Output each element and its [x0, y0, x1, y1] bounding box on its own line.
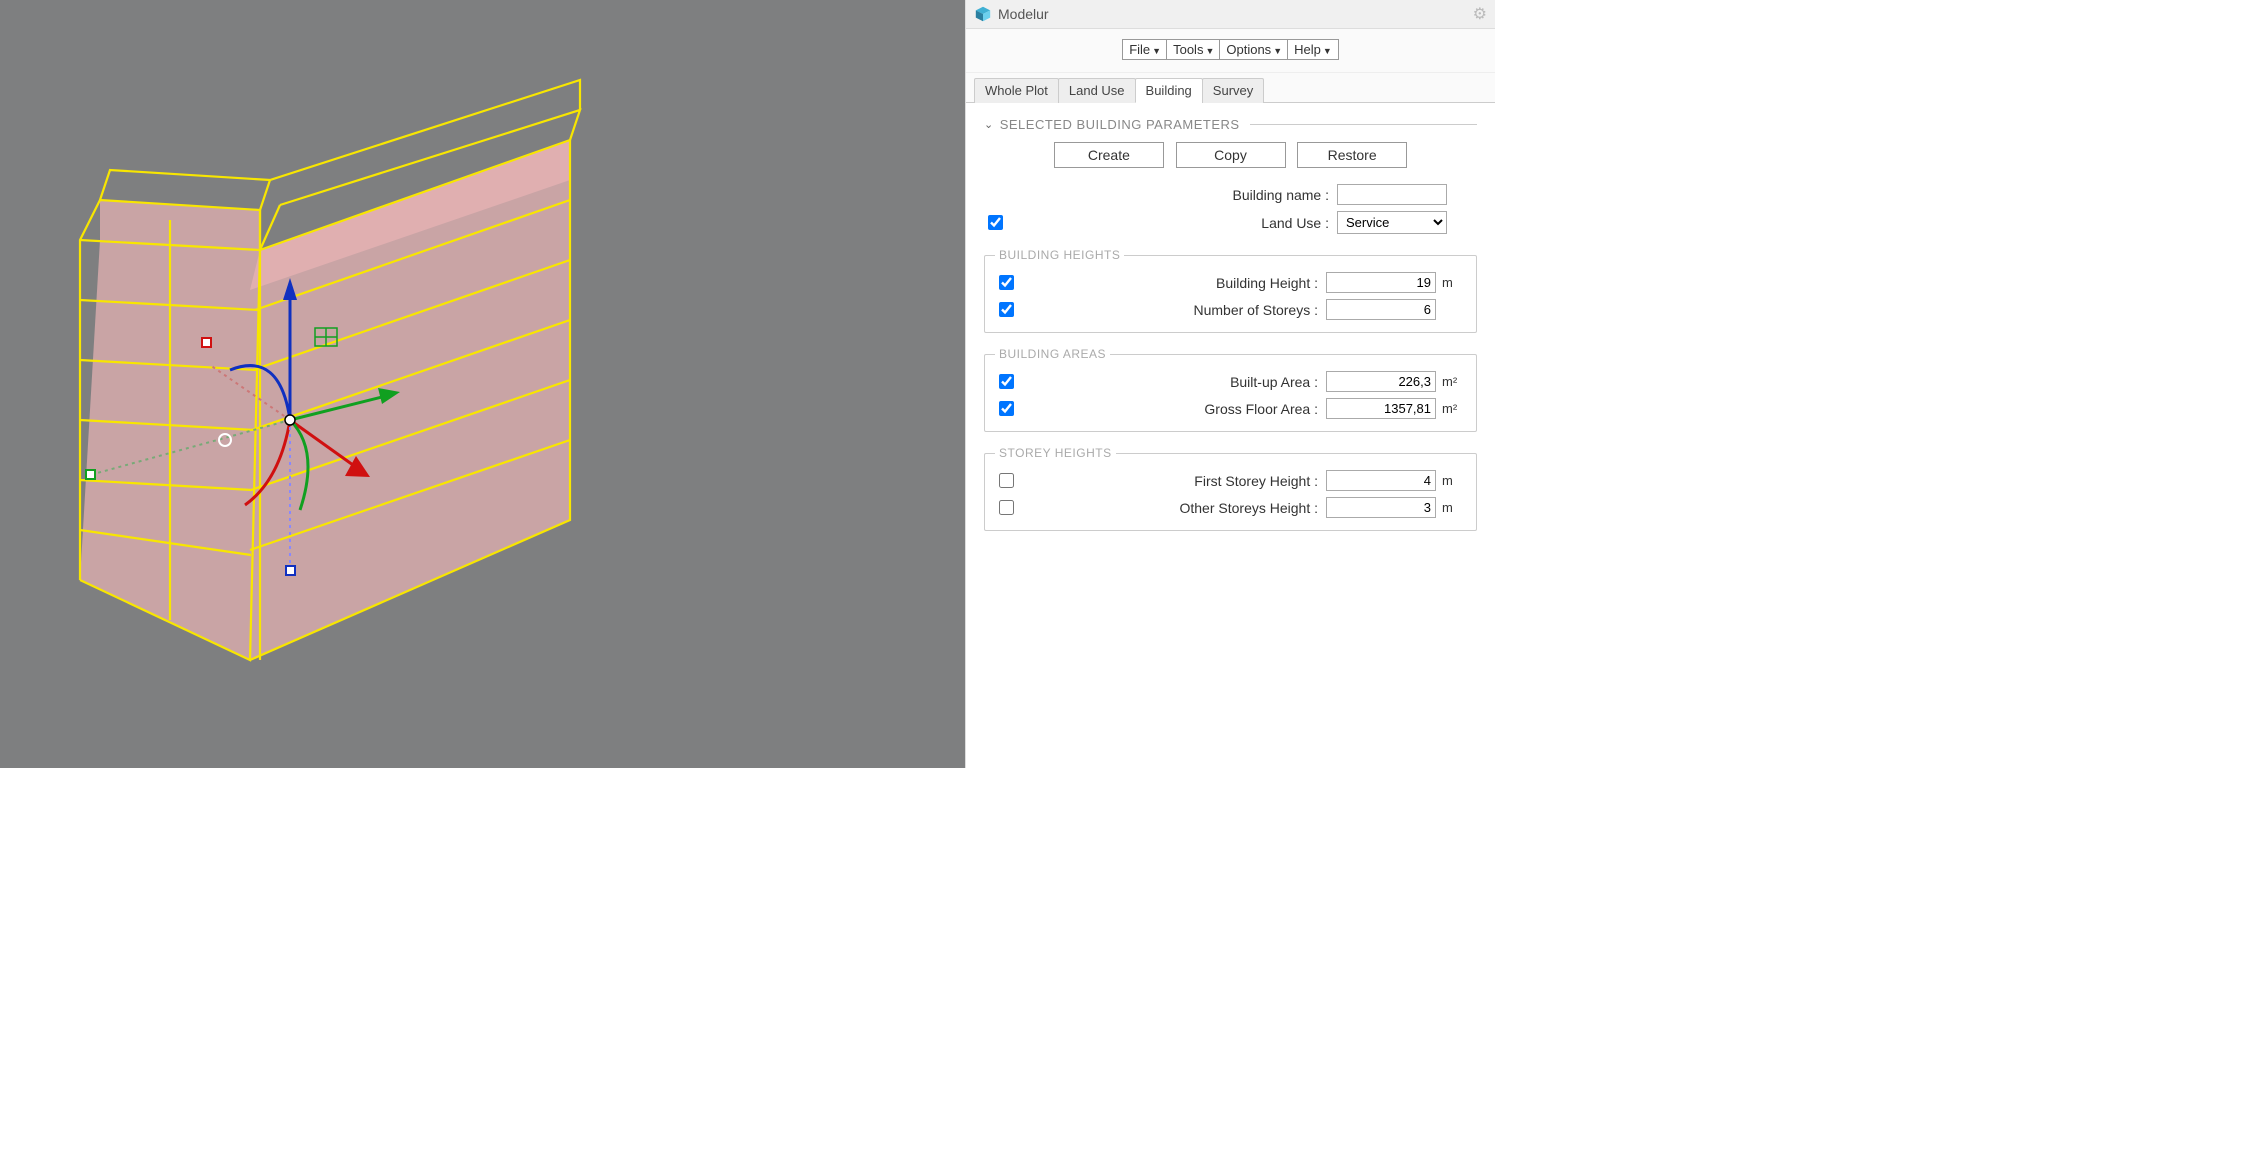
row-gross-floor: Gross Floor Area : m²: [995, 398, 1466, 419]
collapse-icon: ⌄: [984, 118, 994, 131]
legend-building-heights: Building Heights: [995, 248, 1124, 262]
input-building-name[interactable]: [1337, 184, 1447, 205]
gear-icon[interactable]: ⚙: [1473, 4, 1487, 24]
menu-options[interactable]: Options▼: [1219, 39, 1289, 60]
menu-options-label: Options: [1226, 42, 1271, 57]
section-title: Selected Building Parameters: [1000, 117, 1240, 132]
divider: [1250, 124, 1477, 125]
group-building-heights: Building Heights Building Height : m Num…: [984, 248, 1477, 333]
label-first-storey: First Storey Height :: [1025, 473, 1326, 489]
select-land-use[interactable]: Service: [1337, 211, 1447, 234]
app-logo-icon: [974, 5, 992, 23]
building-3d-render: [0, 0, 965, 768]
tab-land-use[interactable]: Land Use: [1058, 78, 1136, 103]
viewport-3d[interactable]: [0, 0, 965, 768]
tab-bar: Whole Plot Land Use Building Survey: [966, 77, 1495, 103]
unit-first-storey: m: [1436, 473, 1466, 488]
section-header[interactable]: ⌄ Selected Building Parameters: [984, 117, 1477, 132]
checkbox-gross-floor[interactable]: [999, 401, 1014, 416]
copy-button[interactable]: Copy: [1176, 142, 1286, 168]
checkbox-storeys[interactable]: [999, 302, 1014, 317]
chevron-down-icon: ▼: [1323, 46, 1332, 56]
legend-storey-heights: Storey Heights: [995, 446, 1116, 460]
label-gross-floor: Gross Floor Area :: [1025, 401, 1326, 417]
input-storeys[interactable]: [1326, 299, 1436, 320]
menu-help-label: Help: [1294, 42, 1321, 57]
unit-gross-floor: m²: [1436, 401, 1466, 416]
row-land-use: Land Use : Service: [984, 211, 1477, 234]
row-other-storeys: Other Storeys Height : m: [995, 497, 1466, 518]
checkbox-building-height[interactable]: [999, 275, 1014, 290]
action-buttons: Create Copy Restore: [984, 142, 1477, 168]
row-built-up: Built-up Area : m²: [995, 371, 1466, 392]
menu-tools-label: Tools: [1173, 42, 1203, 57]
panel-body: ⌄ Selected Building Parameters Create Co…: [966, 103, 1495, 768]
label-other-storeys: Other Storeys Height :: [1025, 500, 1326, 516]
chevron-down-icon: ▼: [1205, 46, 1214, 56]
input-other-storeys[interactable]: [1326, 497, 1436, 518]
row-storeys: Number of Storeys :: [995, 299, 1466, 320]
label-storeys: Number of Storeys :: [1025, 302, 1326, 318]
label-land-use: Land Use :: [1014, 215, 1337, 231]
row-building-height: Building Height : m: [995, 272, 1466, 293]
legend-building-areas: Building Areas: [995, 347, 1110, 361]
chevron-down-icon: ▼: [1152, 46, 1161, 56]
label-building-height: Building Height :: [1025, 275, 1326, 291]
label-building-name: Building name :: [1014, 187, 1337, 203]
unit-building-height: m: [1436, 275, 1466, 290]
group-building-areas: Building Areas Built-up Area : m² Gross …: [984, 347, 1477, 432]
input-building-height[interactable]: [1326, 272, 1436, 293]
side-panel: Modelur ⚙ File▼Tools▼Options▼Help▼ Whole…: [965, 0, 1495, 768]
row-first-storey: First Storey Height : m: [995, 470, 1466, 491]
input-first-storey[interactable]: [1326, 470, 1436, 491]
tab-survey[interactable]: Survey: [1202, 78, 1264, 103]
tab-whole-plot[interactable]: Whole Plot: [974, 78, 1059, 103]
tab-building[interactable]: Building: [1135, 78, 1203, 103]
menu-help[interactable]: Help▼: [1287, 39, 1339, 60]
menu-tools[interactable]: Tools▼: [1166, 39, 1221, 60]
menu-file-label: File: [1129, 42, 1150, 57]
checkbox-built-up[interactable]: [999, 374, 1014, 389]
menu-file[interactable]: File▼: [1122, 39, 1168, 60]
checkbox-other-storeys[interactable]: [999, 500, 1014, 515]
input-built-up[interactable]: [1326, 371, 1436, 392]
panel-header: Modelur ⚙: [966, 0, 1495, 29]
unit-built-up: m²: [1436, 374, 1466, 389]
app-title: Modelur: [998, 6, 1049, 22]
row-building-name: Building name :: [984, 184, 1477, 205]
label-built-up: Built-up Area :: [1025, 374, 1326, 390]
menu-bar: File▼Tools▼Options▼Help▼: [966, 29, 1495, 73]
group-storey-heights: Storey Heights First Storey Height : m O…: [984, 446, 1477, 531]
chevron-down-icon: ▼: [1273, 46, 1282, 56]
restore-button[interactable]: Restore: [1297, 142, 1407, 168]
checkbox-land-use[interactable]: [988, 215, 1003, 230]
input-gross-floor[interactable]: [1326, 398, 1436, 419]
unit-other-storeys: m: [1436, 500, 1466, 515]
create-button[interactable]: Create: [1054, 142, 1164, 168]
checkbox-first-storey[interactable]: [999, 473, 1014, 488]
